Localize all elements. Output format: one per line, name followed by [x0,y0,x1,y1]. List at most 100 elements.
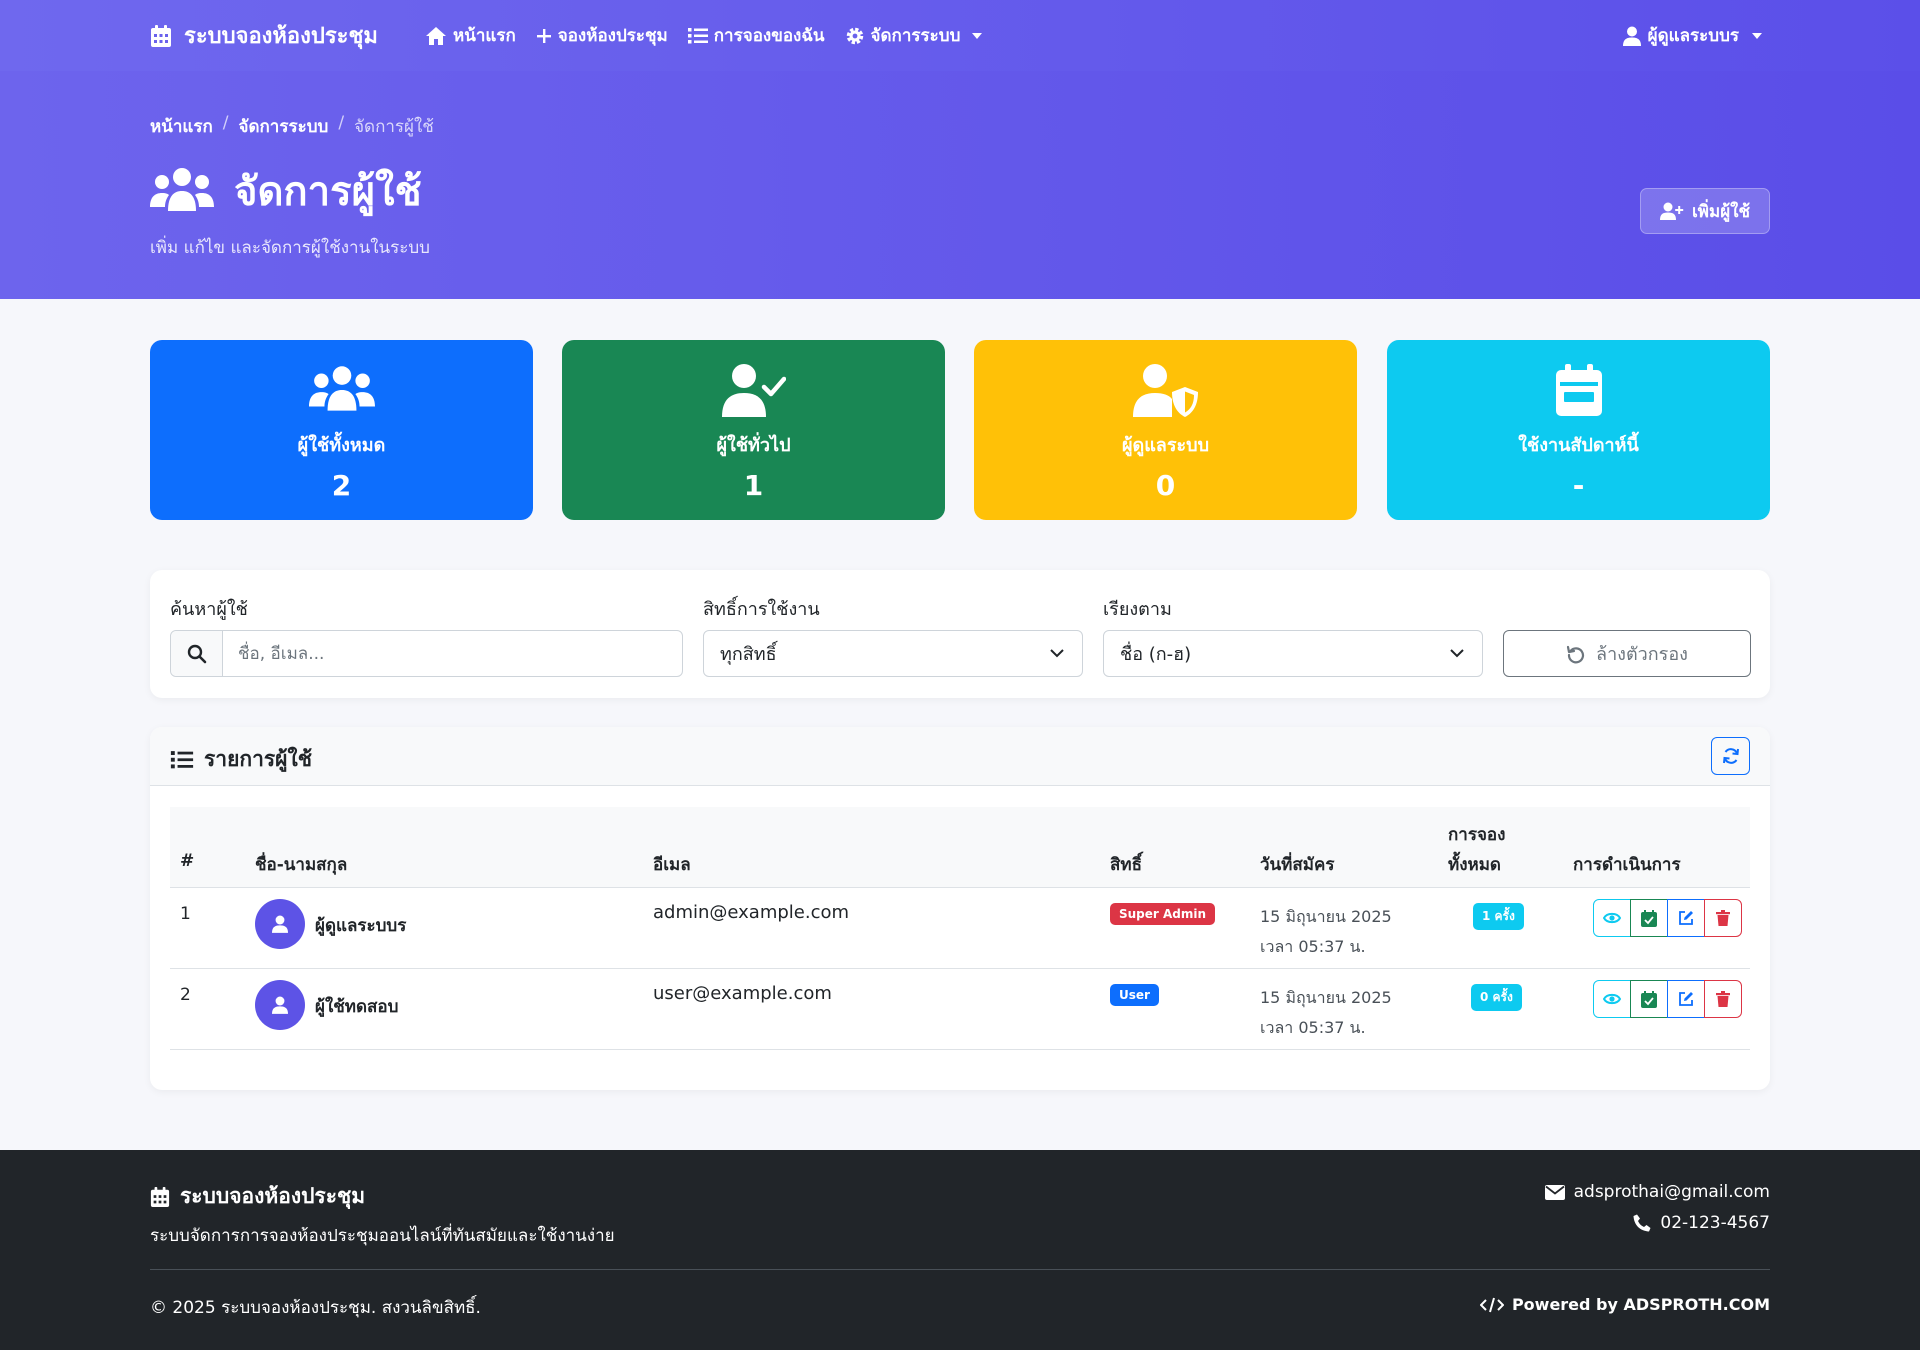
add-user-button[interactable]: เพิ่มผู้ใช้ [1640,188,1770,234]
stat-card-active-this-week: ใช้งานสัปดาห์นี้ - [1387,340,1770,520]
calendar-icon [1555,362,1602,418]
stat-value: 0 [1155,469,1176,502]
column-header-email: อีเมล [653,855,691,875]
delete-button[interactable] [1704,980,1742,1018]
panel-title: รายการผู้ใช้ [170,743,312,776]
nav-link-home[interactable]: หน้าแรก [425,22,516,49]
bookings-button[interactable] [1630,899,1668,937]
home-icon [425,26,447,46]
avatar [255,899,305,949]
trash-icon [1716,910,1730,926]
stat-card-regular-users: ผู้ใช้ทั่วไป 1 [562,340,945,520]
stat-value: - [1572,469,1585,502]
user-name: ผู้ดูแลระบบร [315,916,407,936]
user-shield-icon [1132,362,1199,418]
column-header-actions: การดำเนินการ [1573,855,1681,875]
brand-link[interactable]: ระบบจองห้องประชุม [150,18,378,53]
footer-powered-text: Powered by ADSPROTH.COM [1511,1295,1770,1314]
clear-filters-button[interactable]: ล้างตัวกรอง [1503,630,1751,677]
role-filter-select[interactable]: ทุกสิทธิ์ [703,630,1083,677]
footer-contact: adsprothai@gmail.com 02-123-4567 [1544,1182,1770,1233]
page-title-text: จัดการผู้ใช้ [234,169,422,215]
calendar-icon [150,24,172,48]
chevron-down-icon [1752,32,1762,39]
stat-label: ผู้ใช้ทั้งหมด [297,435,386,456]
user-check-icon [721,362,786,418]
panel-header: รายการผู้ใช้ [150,727,1770,786]
breadcrumb-admin[interactable]: จัดการระบบ [239,113,329,140]
user-icon [1622,26,1641,46]
refresh-button[interactable] [1711,737,1750,775]
phone-icon [1633,1214,1651,1232]
list-icon [687,27,708,45]
row-actions [1593,899,1742,937]
column-header-register-date: วันที่สมัคร [1260,855,1335,875]
stat-label: ใช้งานสัปดาห์นี้ [1518,435,1639,456]
user-email: admin@example.com [653,902,850,923]
plus-icon [536,28,552,44]
calendar-icon [150,1186,170,1208]
avatar [255,980,305,1030]
user-name: ผู้ใช้ทดสอบ [315,997,399,1017]
edit-button[interactable] [1667,980,1705,1018]
user-icon [272,915,288,933]
nav-link-label: การจองของฉัน [713,26,825,46]
breadcrumb: หน้าแรก / จัดการระบบ / จัดการผู้ใช้ [150,113,434,140]
sort-value: ชื่อ (ก-ฮ) [1120,644,1192,665]
register-date: 15 มิถุนายน 2025 เวลา 05:37 น. [1260,988,1392,1037]
page-subtitle: เพิ่ม แก้ไข และจัดการผู้ใช้งานในระบบ [150,238,430,258]
view-button[interactable] [1593,899,1631,937]
footer-powered-by[interactable]: Powered by ADSPROTH.COM [1479,1295,1770,1314]
edit-icon [1678,910,1694,926]
stat-value: 2 [331,469,352,502]
stats-cards: ผู้ใช้ทั้งหมด 2 ผู้ใช้ทั่วไป 1 ผู้ดูแลระ… [150,340,1770,520]
stat-card-total-users: ผู้ใช้ทั้งหมด 2 [150,340,533,520]
user-menu-dropdown[interactable]: ผู้ดูแลระบบร [1622,22,1762,49]
refresh-icon [1722,747,1740,765]
page-title: จัดการผู้ใช้ [150,159,422,223]
footer-phone[interactable]: 02-123-4567 [1633,1213,1770,1233]
chevron-down-icon [1450,648,1464,658]
footer-email[interactable]: adsprothai@gmail.com [1544,1182,1770,1202]
gear-icon [845,26,865,46]
envelope-icon [1544,1184,1565,1200]
calendar-check-icon [1641,990,1657,1008]
breadcrumb-current: จัดการผู้ใช้ [354,117,434,137]
page-header: หน้าแรก / จัดการระบบ / จัดการผู้ใช้ จัดก… [0,71,1920,299]
chevron-down-icon [1050,648,1064,658]
breadcrumb-separator: / [222,113,229,133]
column-header-bookings: การจอง [1448,825,1506,845]
search-icon [171,631,223,676]
user-email: user@example.com [653,983,832,1004]
chevron-down-icon [972,32,983,39]
role-filter-value: ทุกสิทธิ์ [720,644,777,665]
top-navbar: ระบบจองห้องประชุม หน้าแรก จองห้องประชุม … [0,0,1920,71]
breadcrumb-home[interactable]: หน้าแรก [150,113,213,140]
edit-button[interactable] [1667,899,1705,937]
filter-panel: ค้นหาผู้ใช้ สิทธิ์การใช้งาน ทุกสิทธิ์ เร… [150,570,1770,698]
nav-link-admin-dropdown[interactable]: จัดการระบบ [845,22,983,49]
user-name: ผู้ดูแลระบบร [1647,26,1739,46]
search-input[interactable] [223,631,682,676]
role-badge: Super Admin [1110,903,1216,925]
row-number: 2 [180,985,191,1005]
column-header-role: สิทธิ์ [1110,855,1142,875]
column-header-name: ชื่อ-นามสกุล [255,855,348,875]
bookings-button[interactable] [1630,980,1668,1018]
nav-link-book-room[interactable]: จองห้องประชุม [536,22,668,49]
users-icon [150,167,214,215]
sort-select[interactable]: ชื่อ (ก-ฮ) [1103,630,1483,677]
delete-button[interactable] [1704,899,1742,937]
list-icon [170,750,194,770]
brand-title: ระบบจองห้องประชุม [184,24,378,49]
footer-description: ระบบจัดการการจองห้องประชุมออนไลน์ที่ทันส… [150,1226,615,1246]
search-box [170,630,683,677]
search-label: ค้นหาผู้ใช้ [170,599,248,620]
footer: ระบบจองห้องประชุม ระบบจัดการการจองห้องปร… [0,1150,1920,1350]
sort-label: เรียงตาม [1103,599,1172,620]
table-row: 2 ผู้ใช้ทดสอบ user@example.com User 15 ม… [170,969,1750,1050]
view-button[interactable] [1593,980,1631,1018]
nav-link-my-bookings[interactable]: การจองของฉัน [687,22,825,49]
breadcrumb-separator: / [338,113,345,133]
stat-label: ผู้ดูแลระบบ [1121,435,1210,456]
